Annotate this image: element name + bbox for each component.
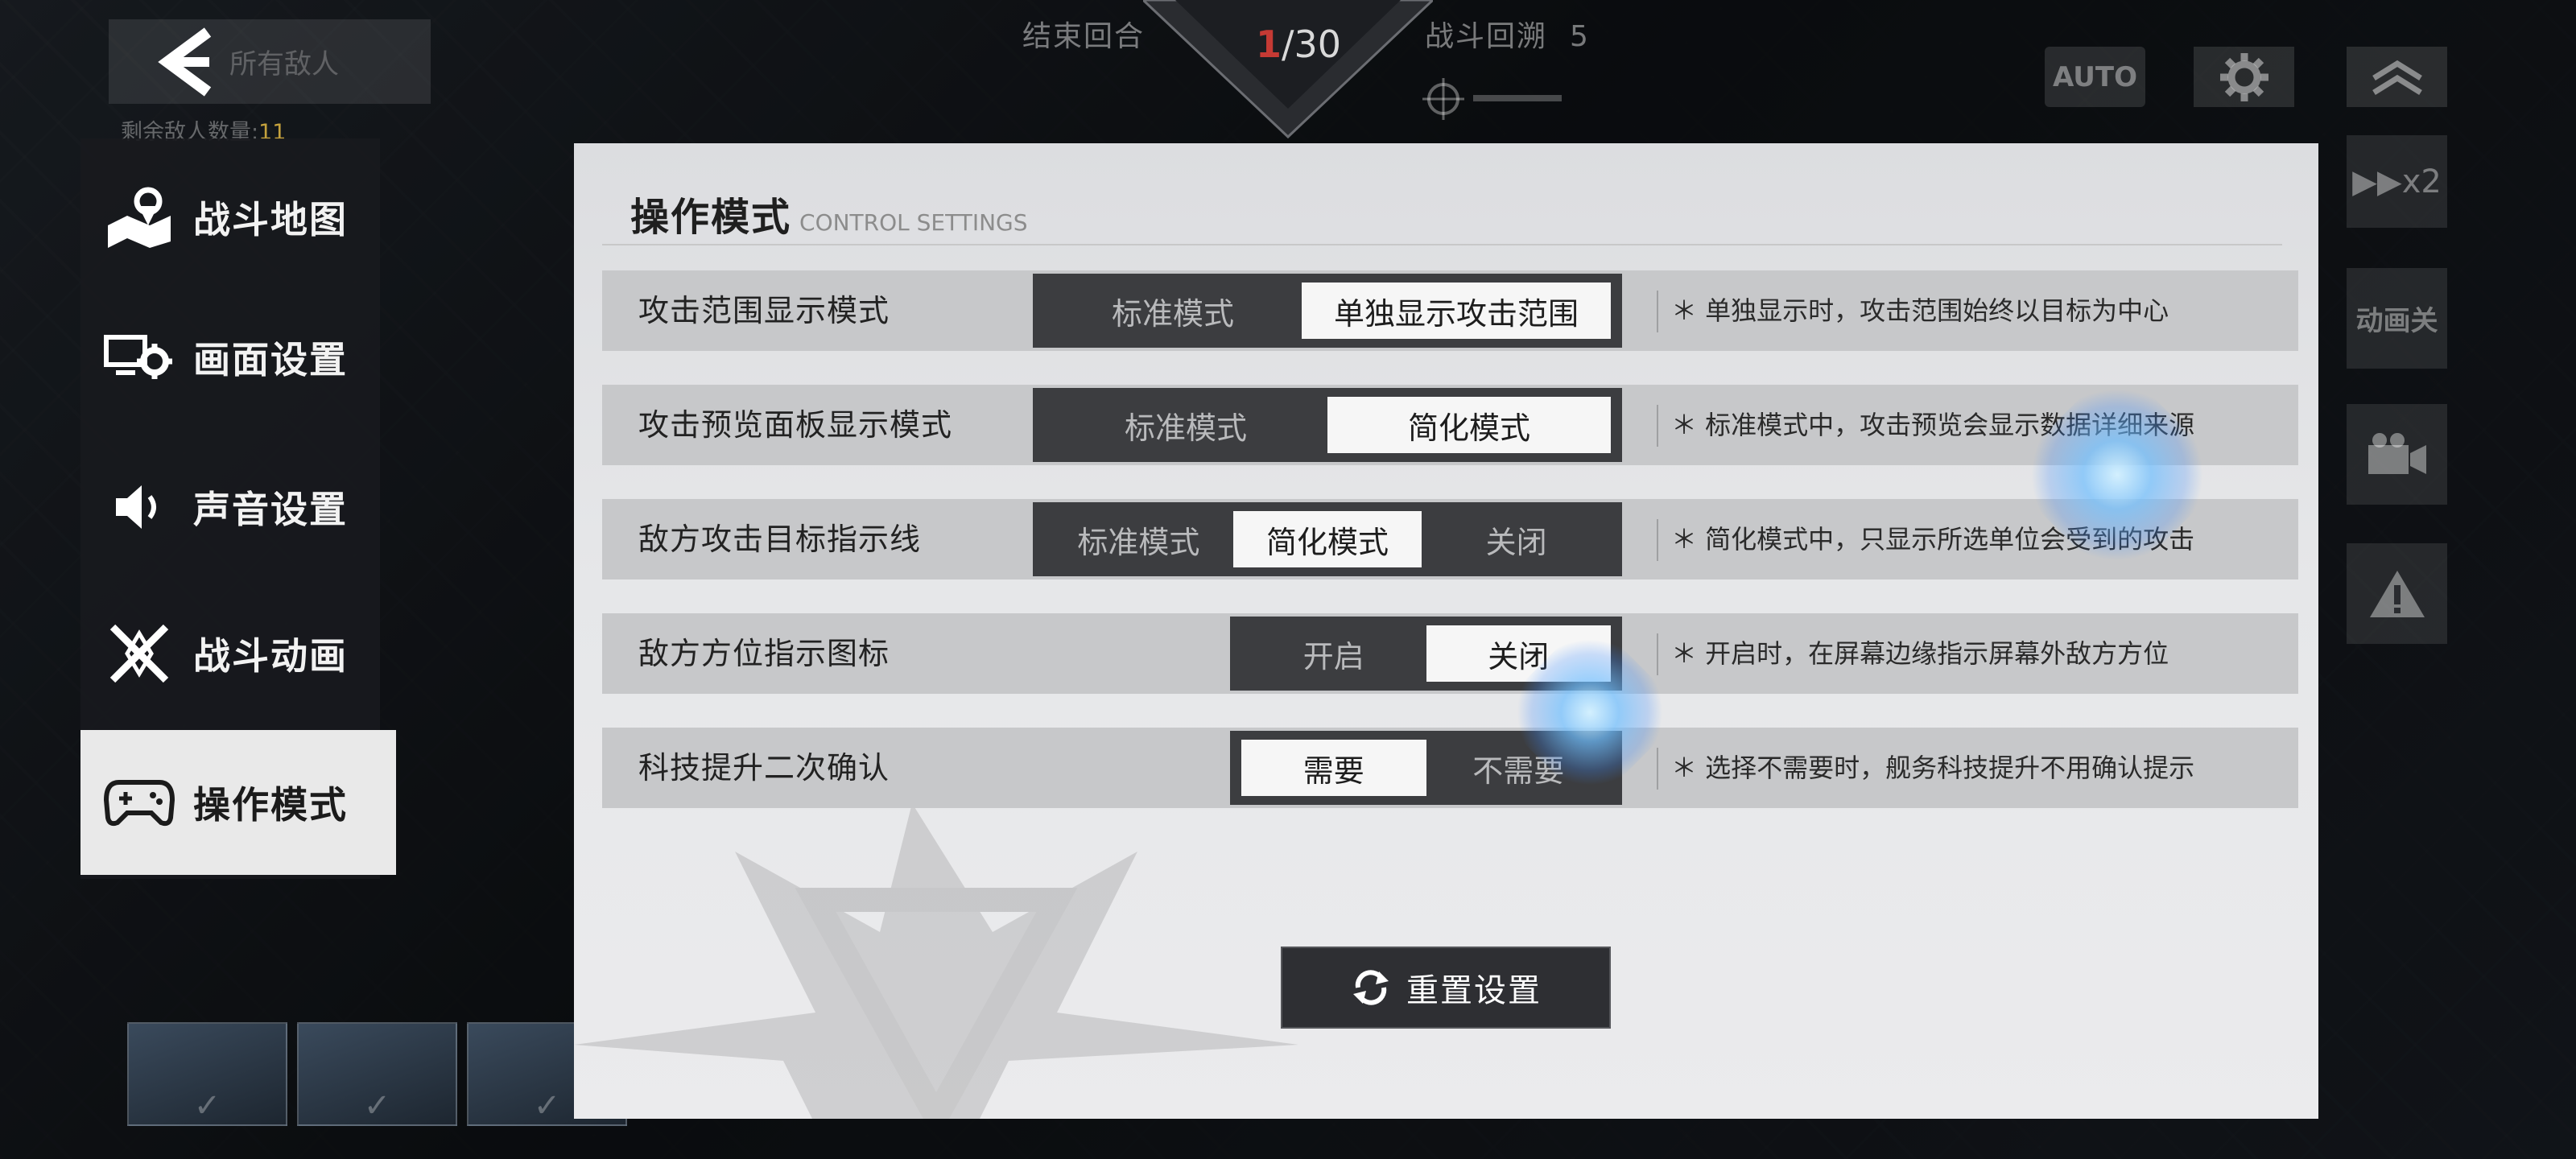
attack-range-toggle: 标准模式 单独显示攻击范围 — [1033, 274, 1622, 348]
unit-portrait[interactable]: ✓ — [297, 1022, 457, 1126]
setting-label: 攻击预览面板显示模式 — [638, 407, 953, 443]
menu-item-display-settings[interactable]: 画面设置 — [80, 285, 380, 430]
setting-label: 攻击范围显示模式 — [638, 293, 890, 328]
settings-panel: 操作模式 CONTROL SETTINGS 攻击范围显示模式 标准模式 单独显示攻… — [574, 143, 2318, 1119]
panel-title-text: 操作模式 — [630, 195, 792, 240]
menu-item-control-mode[interactable]: 操作模式 — [80, 730, 396, 875]
check-icon: ✓ — [363, 1087, 391, 1124]
option-standard[interactable]: 标准模式 — [1044, 511, 1233, 567]
menu-item-battle-map[interactable]: 战斗地图 — [80, 145, 380, 290]
battle-animation-icon — [109, 624, 169, 683]
menu-item-label: 声音设置 — [193, 488, 348, 531]
rewind-count: 5 — [1570, 20, 1590, 53]
check-icon: ✓ — [533, 1087, 561, 1124]
unit-portraits: ✓ ✓ ✓ — [127, 1022, 627, 1126]
row-divider — [1657, 291, 1658, 332]
crosshair-icon — [1422, 78, 1464, 120]
option-simplified[interactable]: 简化模式 — [1232, 511, 1422, 567]
setting-label: 敌方攻击目标指示线 — [638, 522, 922, 557]
setting-label: 敌方方位指示图标 — [638, 636, 890, 671]
row-divider — [1657, 405, 1658, 447]
settings-button[interactable] — [2194, 47, 2294, 107]
panel-subtitle: CONTROL SETTINGS — [799, 209, 1028, 236]
menu-item-battle-animation[interactable]: 战斗动画 — [80, 581, 380, 726]
end-turn-button[interactable]: 结束回合 — [1022, 13, 1145, 55]
back-button[interactable]: 所有敌人 — [109, 19, 431, 104]
collapse-button[interactable] — [2347, 47, 2447, 107]
animation-toggle-button[interactable]: 动画关 — [2347, 268, 2447, 369]
menu-item-sound-settings[interactable]: 声音设置 — [80, 435, 380, 580]
gear-icon — [2219, 52, 2268, 101]
display-settings-icon — [104, 335, 172, 379]
warning-button[interactable] — [2347, 543, 2447, 644]
menu-item-label: 战斗地图 — [193, 198, 348, 241]
option-simplified[interactable]: 简化模式 — [1327, 397, 1611, 453]
gamepad-icon — [103, 780, 175, 827]
speed-button[interactable]: ▶▶x2 — [2347, 135, 2447, 228]
round-current: 1 — [1256, 23, 1282, 66]
option-standard[interactable]: 标准模式 — [1044, 397, 1327, 453]
enemy-target-line-toggle: 标准模式 简化模式 关闭 — [1033, 502, 1622, 576]
setting-row-enemy-direction: 敌方方位指示图标 开启 关闭 ＊ 开启时，在屏幕边缘指示屏幕外敌方方位 — [602, 613, 2298, 694]
auto-button[interactable]: AUTO — [2045, 47, 2145, 107]
focus-bar — [1473, 95, 1562, 101]
row-divider — [1657, 519, 1658, 561]
setting-label: 科技提升二次确认 — [638, 750, 890, 786]
setting-note: ＊ 单独显示时，攻击范围始终以目标为中心 — [1671, 295, 2169, 326]
setting-row-attack-range: 攻击范围显示模式 标准模式 单独显示攻击范围 ＊ 单独显示时，攻击范围始终以目标… — [602, 270, 2298, 351]
map-icon — [108, 187, 171, 248]
row-divider — [1657, 748, 1658, 790]
menu-item-label: 画面设置 — [193, 338, 348, 382]
reset-settings-button[interactable]: 重置设置 — [1281, 947, 1611, 1029]
option-standard[interactable]: 标准模式 — [1044, 283, 1302, 339]
option-required[interactable]: 需要 — [1241, 740, 1426, 796]
enemy-filter-ghost-text: 所有敌人 — [229, 48, 339, 80]
round-indicator-shape — [1143, 0, 1433, 139]
round-counter: 1/30 — [1256, 23, 1341, 66]
option-off[interactable]: 关闭 — [1422, 511, 1611, 567]
option-on[interactable]: 开启 — [1241, 625, 1426, 682]
refresh-icon — [1353, 970, 1389, 1005]
menu-item-label: 战斗动画 — [193, 634, 348, 678]
option-show-range-only[interactable]: 单独显示攻击范围 — [1302, 283, 1611, 339]
warning-icon — [2369, 570, 2425, 617]
setting-note: ＊ 选择不需要时，舰务科技提升不用确认提示 — [1671, 753, 2195, 783]
setting-row-tech-confirm: 科技提升二次确认 需要 不需要 ＊ 选择不需要时，舰务科技提升不用确认提示 — [602, 728, 2298, 808]
setting-note: ＊ 开启时，在屏幕边缘指示屏幕外敌方方位 — [1671, 638, 2169, 669]
camera-icon — [2368, 432, 2426, 474]
settings-menu: 战斗地图 画面设置 声音设置 战斗动画 操作模式 — [80, 138, 396, 879]
reset-settings-label: 重置设置 — [1406, 972, 1542, 1009]
camera-button[interactable] — [2347, 404, 2447, 505]
chevron-double-up-icon — [2372, 60, 2422, 95]
menu-item-label: 操作模式 — [193, 783, 348, 827]
speaker-icon — [116, 485, 156, 529]
unit-portrait[interactable]: ✓ — [127, 1022, 287, 1126]
panel-title: 操作模式 CONTROL SETTINGS — [630, 185, 1028, 241]
row-divider — [1657, 633, 1658, 675]
attack-preview-toggle: 标准模式 简化模式 — [1033, 388, 1622, 462]
title-divider — [602, 244, 2282, 245]
back-arrow-icon — [158, 27, 212, 97]
battle-rewind-label: 战斗回溯 — [1425, 20, 1548, 53]
emblem-watermark — [574, 803, 1298, 1119]
check-icon: ✓ — [193, 1087, 221, 1124]
round-total: /30 — [1282, 23, 1342, 66]
battle-rewind-button[interactable]: 战斗回溯 5 — [1425, 13, 1590, 55]
